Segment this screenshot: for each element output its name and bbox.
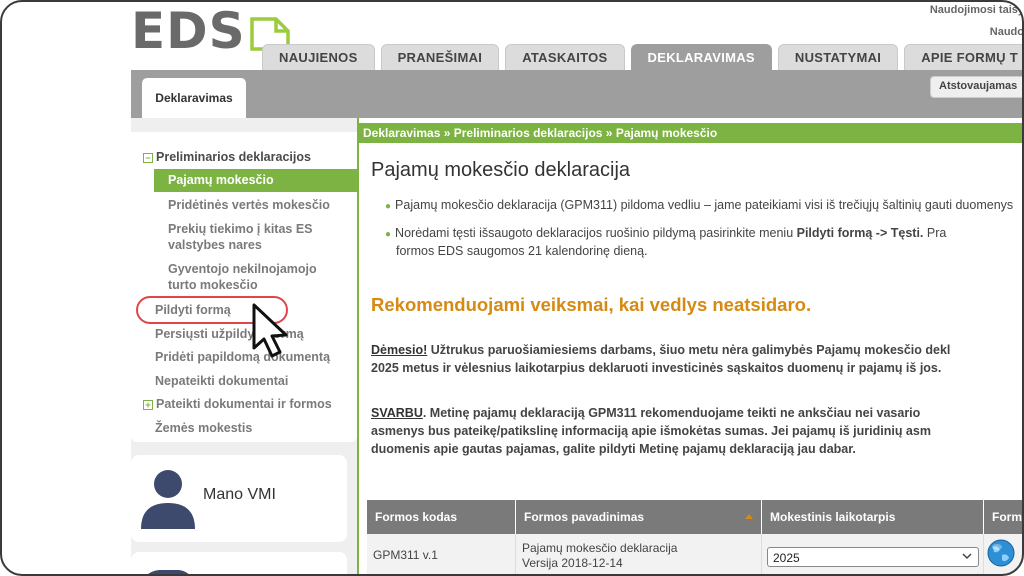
sidebar-item-prideti-dokumenta[interactable]: Pridėti papildomą dokumentą: [155, 349, 330, 365]
sidebar-item-zemes-mokestis[interactable]: Žemės mokestis: [155, 420, 252, 436]
recommend-heading-link[interactable]: Rekomenduojami veiksmai, kai vedlys neat…: [371, 294, 811, 316]
sidebar-item-nepateikti[interactable]: Nepateikti dokumentai: [155, 373, 288, 389]
page-title: Pajamų mokesčio deklaracija: [371, 159, 631, 181]
main-left-border: [357, 118, 359, 576]
sidebar-item-prekiu-tiekimo[interactable]: Prekių tiekimo į kitas ES valstybes nare…: [168, 221, 348, 253]
breadcrumb[interactable]: Deklaravimas » Preliminarios deklaracijo…: [357, 123, 1024, 143]
attention-paragraph: Dėmesio! Užtrukus paruošiamiesiems darba…: [371, 343, 951, 375]
tab-deklaravimas[interactable]: DEKLARAVIMAS: [630, 44, 772, 70]
important-paragraph: SVARBU. Metinę pajamų deklaraciją GPM311…: [371, 406, 931, 456]
expand-icon[interactable]: +: [143, 400, 153, 410]
tab-apie-formu[interactable]: APIE FORMŲ T: [904, 44, 1024, 70]
globe-icon[interactable]: [986, 538, 1016, 568]
tab-naujienos[interactable]: NAUJIENOS: [262, 44, 375, 70]
col-header-forma[interactable]: Forma: [984, 500, 1024, 534]
tab-nustatymai[interactable]: NUSTATYMAI: [777, 44, 899, 70]
period-select-value: 2025: [773, 551, 800, 565]
logo-text: EDS: [131, 2, 246, 60]
top-link-help[interactable]: Naudojimosi taisy: [930, 4, 1024, 16]
table-header: Formos kodas Formos pavadinimas Mokestin…: [367, 500, 1024, 534]
subnav-bar: [131, 70, 1024, 118]
col-header-code[interactable]: Formos kodas: [367, 500, 516, 534]
sidebar-item-pajamu-mokescio[interactable]: Pajamų mokesčio: [154, 169, 357, 192]
info-bullet-2: ● Norėdami tęsti išsaugoto deklaracijos r…: [385, 226, 947, 258]
sidebar-section-preliminary[interactable]: − Preliminarios deklaracijos: [143, 149, 311, 165]
top-link-user[interactable]: Naudo: [990, 26, 1024, 38]
bullet-dot-icon: ●: [385, 229, 392, 240]
sidebar-item-pvm[interactable]: Pridėtinės vertės mokesčio: [168, 197, 348, 213]
collapse-icon[interactable]: −: [143, 153, 153, 163]
user-avatar-icon: [141, 470, 195, 529]
second-card[interactable]: [131, 552, 347, 576]
pointer-cursor-icon: [252, 303, 288, 358]
cell-code: GPM311 v.1: [367, 534, 516, 576]
period-select[interactable]: 2025: [767, 547, 979, 567]
mano-vmi-label: Mano VMI: [203, 486, 276, 503]
card-icon: [146, 570, 191, 576]
tab-ataskaitos[interactable]: ATASKAITOS: [505, 44, 625, 70]
sidebar-item-nekilnojamojo-turto[interactable]: Gyventojo nekilnojamojo turto mokesčio: [168, 261, 348, 293]
sidebar-section-pateikti[interactable]: + Pateikti dokumentai ir formos: [143, 396, 332, 412]
main-nav: NAUJIENOS PRANEŠIMAI ATASKAITOS DEKLARAV…: [262, 44, 1024, 70]
col-header-name[interactable]: Formos pavadinimas: [516, 500, 762, 534]
atstovaujamas-button[interactable]: Atstovaujamas: [930, 76, 1024, 98]
col-header-period[interactable]: Mokestinis laikotarpis: [762, 500, 984, 534]
subtab-deklaravimas[interactable]: Deklaravimas: [142, 78, 246, 118]
bullet-dot-icon: ●: [385, 201, 392, 212]
screenshot-frame: EDS Naudojimosi taisy Naudo NAUJIENOS PR…: [0, 0, 1024, 576]
tab-pranesimai[interactable]: PRANEŠIMAI: [380, 44, 500, 70]
mano-vmi-card[interactable]: Mano VMI: [131, 455, 347, 542]
chevron-down-icon: [962, 553, 972, 560]
cell-name: Pajamų mokesčio deklaracija Versija 2018…: [516, 534, 762, 576]
sort-arrow-icon: [745, 514, 753, 519]
info-bullet-1: ● Pajamų mokesčio deklaracija (GPM311) pi…: [385, 198, 1014, 212]
